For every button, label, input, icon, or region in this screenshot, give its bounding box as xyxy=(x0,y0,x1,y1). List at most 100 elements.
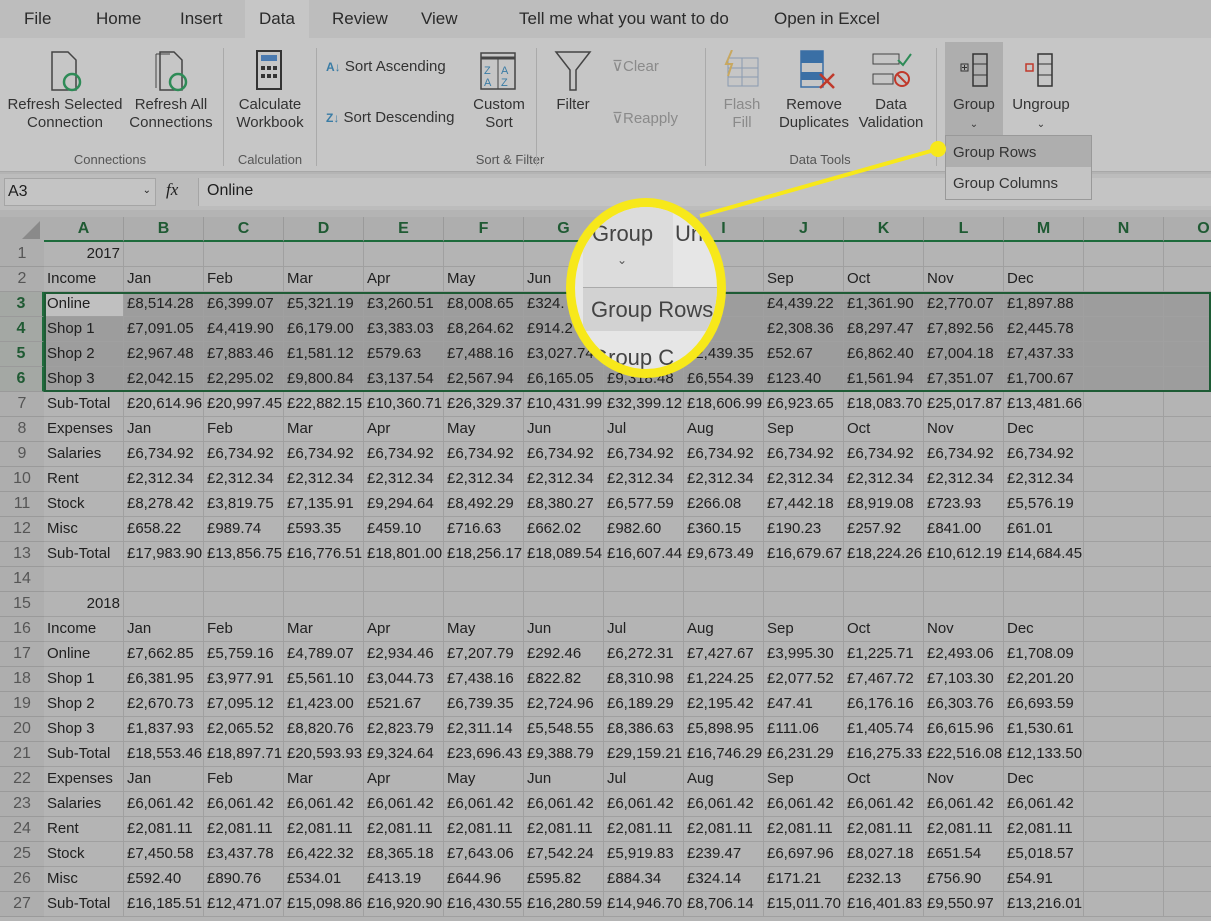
cell-N23[interactable] xyxy=(1084,792,1164,817)
filter-button[interactable]: Filter xyxy=(550,96,596,114)
cell-M20[interactable]: £1,530.61 xyxy=(1004,717,1084,742)
cell-B17[interactable]: £7,662.85 xyxy=(124,642,204,667)
cell-F24[interactable]: £2,081.11 xyxy=(444,817,524,842)
cell-K4[interactable]: £8,297.47 xyxy=(844,317,924,342)
cell-I17[interactable]: £7,427.67 xyxy=(684,642,764,667)
cell-H12[interactable]: £982.60 xyxy=(604,517,684,542)
cell-N16[interactable] xyxy=(1084,617,1164,642)
cell-G19[interactable]: £2,724.96 xyxy=(524,692,604,717)
cell-F12[interactable]: £716.63 xyxy=(444,517,524,542)
row-header-21[interactable]: 21 xyxy=(0,742,44,767)
cell-H19[interactable]: £6,189.29 xyxy=(604,692,684,717)
cell-M7[interactable]: £13,481.66 xyxy=(1004,392,1084,417)
cell-G20[interactable]: £5,548.55 xyxy=(524,717,604,742)
column-header-D[interactable]: D xyxy=(284,217,364,242)
column-header-A[interactable]: A xyxy=(44,217,124,242)
cell-A11[interactable]: Stock xyxy=(44,492,124,517)
cell-K20[interactable]: £1,405.74 xyxy=(844,717,924,742)
cell-E3[interactable]: £3,260.51 xyxy=(364,292,444,317)
cell-C8[interactable]: Feb xyxy=(204,417,284,442)
cell-H26[interactable]: £884.34 xyxy=(604,867,684,892)
cell-L1[interactable] xyxy=(924,242,1004,267)
cell-O4[interactable] xyxy=(1164,317,1211,342)
cell-A16[interactable]: Income xyxy=(44,617,124,642)
cell-J8[interactable]: Sep xyxy=(764,417,844,442)
cell-K3[interactable]: £1,361.90 xyxy=(844,292,924,317)
cell-L27[interactable]: £9,550.97 xyxy=(924,892,1004,917)
cell-M5[interactable]: £7,437.33 xyxy=(1004,342,1084,367)
cell-K26[interactable]: £232.13 xyxy=(844,867,924,892)
cell-B4[interactable]: £7,091.05 xyxy=(124,317,204,342)
cell-M27[interactable]: £13,216.01 xyxy=(1004,892,1084,917)
cell-G24[interactable]: £2,081.11 xyxy=(524,817,604,842)
cell-F3[interactable]: £8,008.65 xyxy=(444,292,524,317)
cell-B27[interactable]: £16,185.51 xyxy=(124,892,204,917)
cell-H23[interactable]: £6,061.42 xyxy=(604,792,684,817)
cell-G22[interactable]: Jun xyxy=(524,767,604,792)
cell-G8[interactable]: Jun xyxy=(524,417,604,442)
cell-J20[interactable]: £111.06 xyxy=(764,717,844,742)
cell-L5[interactable]: £7,004.18 xyxy=(924,342,1004,367)
cell-I9[interactable]: £6,734.92 xyxy=(684,442,764,467)
cell-C27[interactable]: £12,471.07 xyxy=(204,892,284,917)
cell-J3[interactable]: £4,439.22 xyxy=(764,292,844,317)
cell-I25[interactable]: £239.47 xyxy=(684,842,764,867)
cell-O2[interactable] xyxy=(1164,267,1211,292)
cell-I22[interactable]: Aug xyxy=(684,767,764,792)
cell-A25[interactable]: Stock xyxy=(44,842,124,867)
cell-I13[interactable]: £9,673.49 xyxy=(684,542,764,567)
cell-N9[interactable] xyxy=(1084,442,1164,467)
cell-D11[interactable]: £7,135.91 xyxy=(284,492,364,517)
cell-D23[interactable]: £6,061.42 xyxy=(284,792,364,817)
cell-M25[interactable]: £5,018.57 xyxy=(1004,842,1084,867)
cell-A12[interactable]: Misc xyxy=(44,517,124,542)
cell-F17[interactable]: £7,207.79 xyxy=(444,642,524,667)
row-header-11[interactable]: 11 xyxy=(0,492,44,517)
row-header-2[interactable]: 2 xyxy=(0,267,44,292)
cell-J15[interactable] xyxy=(764,592,844,617)
cell-J12[interactable]: £190.23 xyxy=(764,517,844,542)
cell-L17[interactable]: £2,493.06 xyxy=(924,642,1004,667)
cell-F11[interactable]: £8,492.29 xyxy=(444,492,524,517)
column-header-O[interactable]: O xyxy=(1164,217,1211,242)
cell-H16[interactable]: Jul xyxy=(604,617,684,642)
cell-E5[interactable]: £579.63 xyxy=(364,342,444,367)
cell-K10[interactable]: £2,312.34 xyxy=(844,467,924,492)
cell-D10[interactable]: £2,312.34 xyxy=(284,467,364,492)
cell-J25[interactable]: £6,697.96 xyxy=(764,842,844,867)
cell-I16[interactable]: Aug xyxy=(684,617,764,642)
cell-E2[interactable]: Apr xyxy=(364,267,444,292)
cell-K7[interactable]: £18,083.70 xyxy=(844,392,924,417)
cell-M1[interactable] xyxy=(1004,242,1084,267)
cell-B24[interactable]: £2,081.11 xyxy=(124,817,204,842)
cell-J10[interactable]: £2,312.34 xyxy=(764,467,844,492)
cell-H18[interactable]: £8,310.98 xyxy=(604,667,684,692)
cell-J27[interactable]: £15,011.70 xyxy=(764,892,844,917)
cell-E16[interactable]: Apr xyxy=(364,617,444,642)
cell-O6[interactable] xyxy=(1164,367,1211,392)
cell-D16[interactable]: Mar xyxy=(284,617,364,642)
cell-C2[interactable]: Feb xyxy=(204,267,284,292)
cell-N8[interactable] xyxy=(1084,417,1164,442)
cell-O8[interactable] xyxy=(1164,417,1211,442)
cell-J26[interactable]: £171.21 xyxy=(764,867,844,892)
cell-L11[interactable]: £723.93 xyxy=(924,492,1004,517)
row-header-26[interactable]: 26 xyxy=(0,867,44,892)
cell-J7[interactable]: £6,923.65 xyxy=(764,392,844,417)
cell-C26[interactable]: £890.76 xyxy=(204,867,284,892)
cell-K23[interactable]: £6,061.42 xyxy=(844,792,924,817)
cell-F22[interactable]: May xyxy=(444,767,524,792)
cell-E22[interactable]: Apr xyxy=(364,767,444,792)
cell-L9[interactable]: £6,734.92 xyxy=(924,442,1004,467)
cell-B11[interactable]: £8,278.42 xyxy=(124,492,204,517)
column-header-L[interactable]: L xyxy=(924,217,1004,242)
cell-F14[interactable] xyxy=(444,567,524,592)
cell-E10[interactable]: £2,312.34 xyxy=(364,467,444,492)
cell-F7[interactable]: £26,329.37 xyxy=(444,392,524,417)
cell-E6[interactable]: £3,137.54 xyxy=(364,367,444,392)
cell-O18[interactable] xyxy=(1164,667,1211,692)
cell-G9[interactable]: £6,734.92 xyxy=(524,442,604,467)
cell-N22[interactable] xyxy=(1084,767,1164,792)
cell-H9[interactable]: £6,734.92 xyxy=(604,442,684,467)
cell-A20[interactable]: Shop 3 xyxy=(44,717,124,742)
